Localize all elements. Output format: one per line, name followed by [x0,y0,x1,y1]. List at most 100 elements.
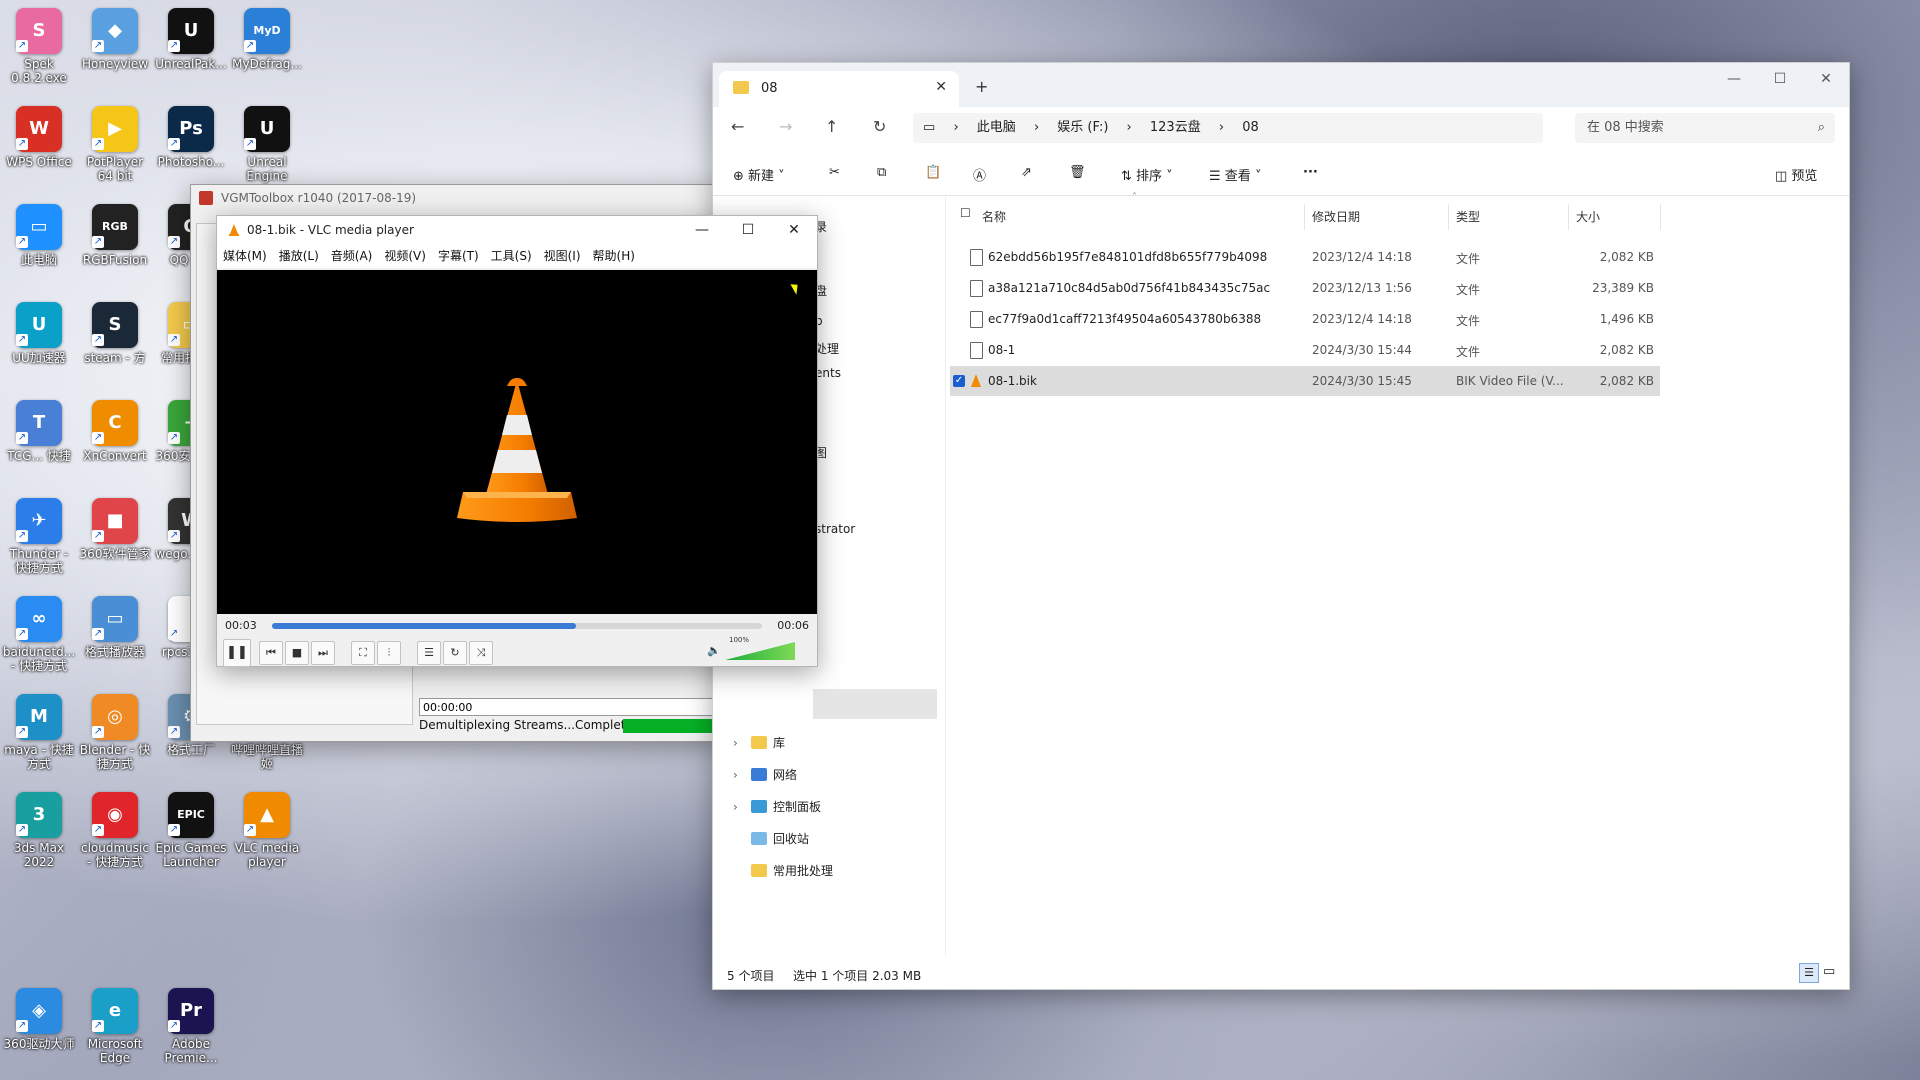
nav-item-partial[interactable]: strator [815,522,855,536]
maximize-icon[interactable]: ☐ [725,216,771,244]
cut-icon[interactable]: ✂ [829,165,840,180]
column-separator[interactable] [1568,204,1569,230]
stop-button[interactable]: ■ [285,641,309,665]
rename-icon[interactable]: Ⓐ [973,165,986,184]
column-separator[interactable] [1660,204,1661,230]
desktop-icon[interactable]: Pr ↗ Adobe Premie... [154,988,228,1065]
vlc-menu-item[interactable]: 媒体(M) [223,249,267,263]
desktop-icon[interactable]: W ↗ WPS Office [2,106,76,169]
refresh-icon[interactable]: ↻ [873,117,886,136]
desktop-icon[interactable]: ◆ ↗ Honeyview [78,8,152,71]
desktop-icon[interactable]: S ↗ steam - 方 [78,302,152,365]
breadcrumb-item[interactable]: 123云盘 [1150,120,1201,135]
nav-item-partial[interactable]: ents [815,366,841,380]
desktop-icon[interactable]: U ↗ UU加速器 [2,302,76,365]
desktop-icon[interactable]: ▲ ↗ VLC media player [230,792,304,869]
desktop-icon[interactable]: RGB ↗ RGBFusion [78,204,152,267]
desktop-icon[interactable]: e ↗ Microsoft Edge [78,988,152,1065]
file-explorer-window[interactable]: 08 ✕ + — ☐ ✕ ← → ↑ ↻ ▭ › 此电脑 › 娱乐 (F:) ›… [712,62,1850,990]
column-separator[interactable] [1304,204,1305,230]
close-icon[interactable]: ✕ [771,216,817,244]
minimize-icon[interactable]: — [679,216,725,244]
paste-icon[interactable]: 📋 [925,165,941,180]
chevron-right-icon[interactable]: › [733,732,751,754]
minimize-icon[interactable]: — [1711,63,1757,95]
column-header-name[interactable]: 名称 [982,208,1006,225]
details-view-icon[interactable]: ☰ [1799,963,1819,983]
row-checkbox-checked[interactable]: ✓ [953,375,965,387]
file-row[interactable]: a38a121a710c84d5ab0d756f41b843435c75ac 20… [950,273,1660,303]
desktop-icon[interactable]: T ↗ TCG... 快捷 [2,400,76,463]
desktop-icon[interactable]: S ↗ Spek 0.8.2.exe [2,8,76,85]
nav-item[interactable]: 常用批处理 [733,860,833,882]
loop-button[interactable]: ↻ [443,641,467,665]
select-all-checkbox[interactable]: ☐ [960,206,971,220]
volume-slider[interactable]: 100% [725,636,801,662]
desktop-icon[interactable]: ▭ ↗ 格式播放器 [78,596,152,659]
vlc-menu-item[interactable]: 音频(A) [331,249,373,263]
vlc-menu-item[interactable]: 工具(S) [491,249,532,263]
chevron-right-icon[interactable]: › [733,764,751,786]
vlc-menu-item[interactable]: 帮助(H) [593,249,635,263]
desktop-icon[interactable]: ◉ ↗ cloudmusic - 快捷方式 [78,792,152,869]
more-options-icon[interactable]: ··· [1303,165,1318,180]
vlc-video-area[interactable] [217,270,817,614]
desktop-icon[interactable]: ∞ ↗ baidunetd... - 快捷方式 [2,596,76,673]
desktop-icon[interactable]: U ↗ Unreal Engine [230,106,304,183]
column-header-size[interactable]: 大小 [1576,208,1600,225]
vlc-menu-item[interactable]: 视图(I) [544,249,581,263]
back-arrow-icon[interactable]: ← [731,117,744,136]
copy-icon[interactable]: ⧉ [877,165,886,180]
new-button[interactable]: ⊕ 新建 ˅ [733,165,785,184]
vlc-menu-item[interactable]: 字幕(T) [438,249,479,263]
chevron-right-icon[interactable]: › [733,796,751,818]
preview-button[interactable]: ◫ 预览 [1775,165,1817,184]
column-header-type[interactable]: 类型 [1456,208,1480,225]
view-button[interactable]: ☰ 查看 ˅ [1209,165,1261,184]
desktop-icon[interactable]: C ↗ XnConvert [78,400,152,463]
address-bar[interactable]: ▭ › 此电脑 › 娱乐 (F:) › 123云盘 › 08 [913,113,1543,143]
desktop-icon[interactable]: ✈ ↗ Thunder - 快捷方式 [2,498,76,575]
fullscreen-button[interactable]: ⛶ [351,641,375,665]
desktop-icon[interactable]: ◎ ↗ Blender - 快捷方式 [78,694,152,771]
desktop-icon[interactable]: ▶ ↗ PotPlayer 64 bit [78,106,152,183]
file-list[interactable]: ☐ 名称 ˄ 修改日期 类型 大小 62ebdd56b195f7e848101d… [945,192,1850,956]
file-row[interactable]: ✓ 08-1.bik 2024/3/30 15:45 BIK Video File (… [950,366,1660,396]
vlc-window[interactable]: 08-1.bik - VLC media player — ☐ ✕ 媒体(M) 播… [216,215,818,667]
playlist-button[interactable]: ☰ [417,641,441,665]
speaker-icon[interactable]: 🔈 [707,644,721,657]
pause-button[interactable]: ❚❚ [223,639,251,667]
new-tab-icon[interactable]: + [975,77,988,96]
vlc-menu-item[interactable]: 播放(L) [279,249,319,263]
vlc-menu-item[interactable]: 视频(V) [384,249,426,263]
up-arrow-icon[interactable]: ↑ [825,117,838,136]
desktop-icon[interactable]: MyD ↗ MyDefrag... [230,8,304,71]
vlc-titlebar[interactable]: 08-1.bik - VLC media player — ☐ ✕ [217,216,817,244]
desktop-icon[interactable]: ◈ ↗ 360驱动大师 [2,988,76,1051]
desktop-icon[interactable]: Ps ↗ Photosho... [154,106,228,169]
vgm-titlebar[interactable]: VGMToolbox r1040 (2017-08-19) [191,185,721,211]
file-row[interactable]: ec77f9a0d1caff7213f49504a60543780b6388 20… [950,304,1660,334]
delete-icon[interactable]: 🗑 [1069,165,1086,180]
desktop-icon[interactable]: M ↗ maya - 快捷方式 [2,694,76,771]
share-icon[interactable]: ⇗ [1021,165,1032,180]
next-button[interactable]: ⏭ [311,641,335,665]
shuffle-button[interactable]: ⤨ [469,641,493,665]
tiles-view-icon[interactable]: ▭ [1823,964,1835,979]
breadcrumb-item[interactable]: 娱乐 (F:) [1057,120,1108,135]
forward-arrow-icon[interactable]: → [779,117,792,136]
desktop-icon[interactable]: 3 ↗ 3ds Max 2022 [2,792,76,869]
close-icon[interactable]: ✕ [1803,63,1849,95]
file-row[interactable]: 62ebdd56b195f7e848101dfd8b655f779b4098 20… [950,242,1660,272]
nav-item-partial[interactable]: 处理 [815,340,839,357]
desktop-icon[interactable]: ▭ ↗ 此电脑 [2,204,76,267]
nav-item[interactable]: 回收站 [733,828,809,850]
previous-button[interactable]: ⏮ [259,641,283,665]
search-input[interactable]: 在 08 中搜索 ⌕ [1575,113,1835,143]
nav-item[interactable]: › 控制面板 [733,796,821,818]
file-row[interactable]: 08-1 2024/3/30 15:44 文件 2,082 KB [950,335,1660,365]
extended-settings-button[interactable]: ⫶ [377,641,401,665]
sort-button[interactable]: ⇅ 排序 ˅ [1121,165,1173,184]
desktop-icon[interactable]: EPIC ↗ Epic Games Launcher [154,792,228,869]
desktop-icon[interactable]: ■ ↗ 360软件管家 [78,498,152,561]
